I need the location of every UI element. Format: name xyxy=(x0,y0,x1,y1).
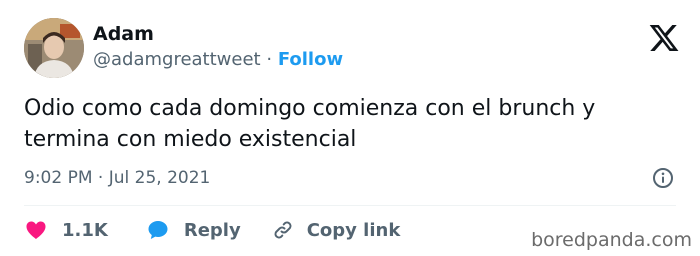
like-count: 1.1K xyxy=(62,219,108,241)
heart-icon xyxy=(26,221,46,239)
like-button[interactable]: 1.1K xyxy=(24,218,108,242)
follow-button[interactable]: Follow xyxy=(278,49,343,70)
handle[interactable]: @adamgreattweet xyxy=(93,49,261,70)
avatar-image xyxy=(24,18,84,78)
handle-row: @adamgreattweet · Follow xyxy=(93,48,343,72)
x-logo-icon[interactable] xyxy=(648,22,680,54)
timestamp[interactable]: 9:02 PM · Jul 25, 2021 xyxy=(24,166,210,190)
link-icon xyxy=(274,221,292,239)
watermark: boredpanda.com xyxy=(531,229,692,251)
tweet-text: Odio como cada domingo comienza con el b… xyxy=(24,96,596,152)
info-icon[interactable] xyxy=(651,166,675,190)
separator-dot: · xyxy=(266,49,273,70)
display-name[interactable]: Adam xyxy=(93,22,154,46)
action-bar: 1.1K Reply Copy link xyxy=(24,216,400,244)
speech-bubble-icon xyxy=(148,221,168,239)
divider xyxy=(24,205,676,206)
copy-link-button[interactable]: Copy link xyxy=(271,218,401,242)
avatar[interactable] xyxy=(24,18,84,78)
reply-button[interactable]: Reply xyxy=(146,218,241,242)
reply-label: Reply xyxy=(183,219,241,241)
copy-link-label: Copy link xyxy=(306,219,401,241)
